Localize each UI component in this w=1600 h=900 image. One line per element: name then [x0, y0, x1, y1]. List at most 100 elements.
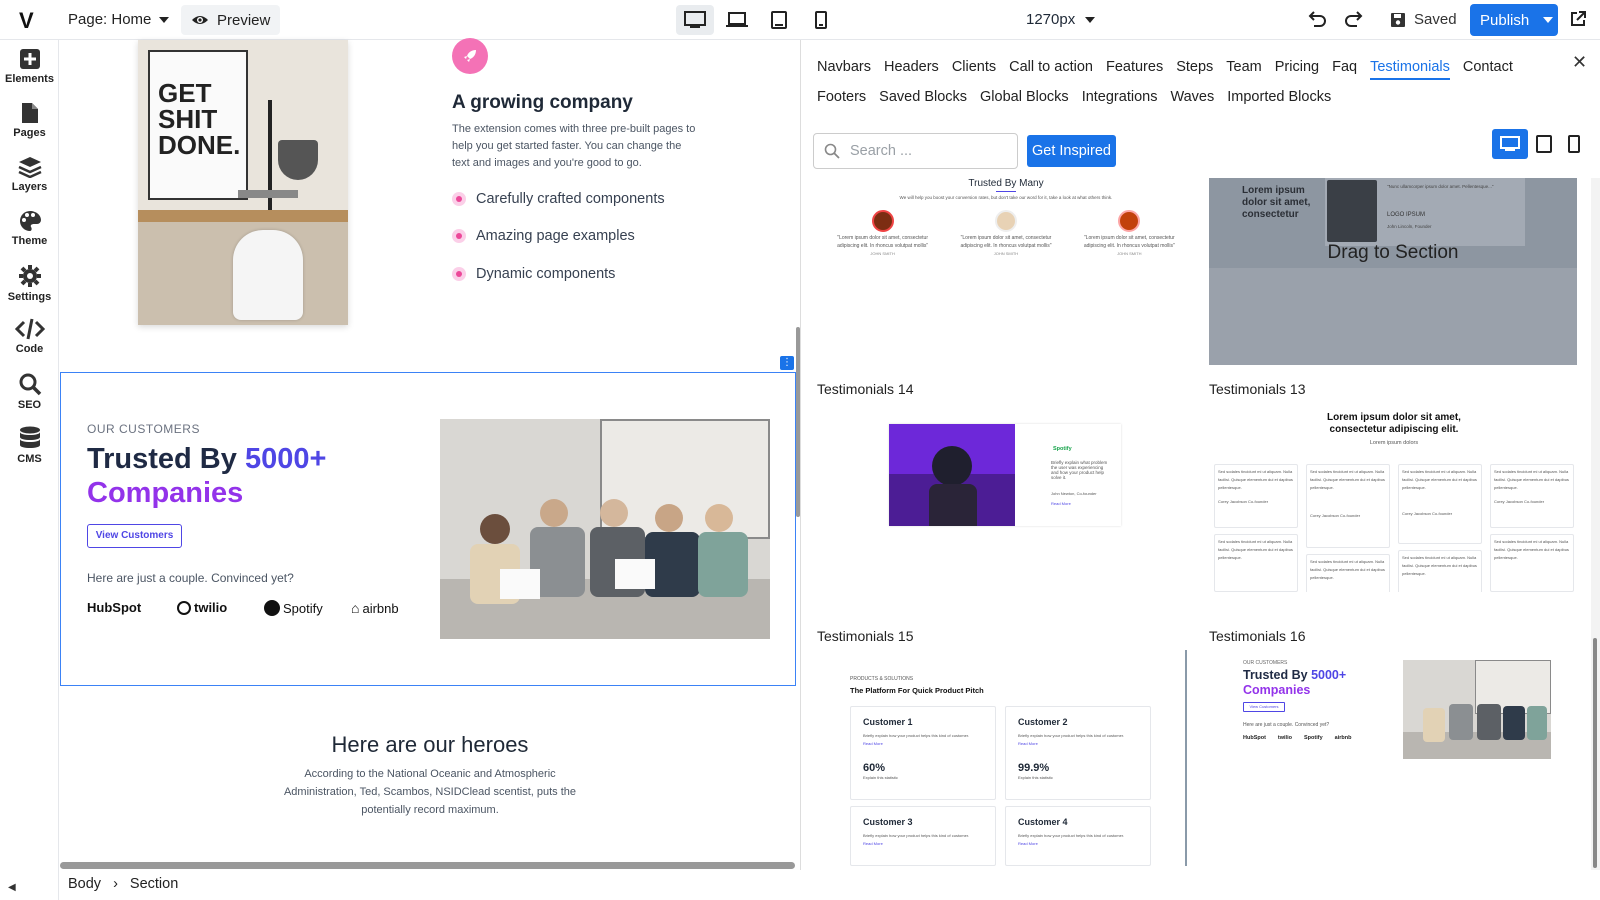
sidebar-item-seo[interactable]: SEO [0, 372, 59, 411]
testimonials-15-thumbnail[interactable]: PRODUCTS & SOLUTIONS The Platform For Qu… [817, 650, 1187, 866]
section-options-icon[interactable]: ⋮ [780, 356, 794, 370]
heroes-description: According to the National Oceanic and At… [283, 768, 577, 816]
tab-saved-blocks[interactable]: Saved Blocks [879, 82, 967, 112]
drag-to-section-label: Drag to Section [1327, 242, 1459, 263]
sidebar-item-settings[interactable]: Settings [0, 264, 59, 303]
testimonials-thumbnail[interactable]: Trusted By Many We will help you boost y… [821, 178, 1191, 368]
view-customers-button[interactable]: View Customers [87, 524, 182, 548]
spotify-logo: Spotify [264, 600, 323, 616]
canvas-scrollbar-horizontal[interactable] [60, 862, 795, 869]
search-icon [824, 143, 840, 159]
sidebar-item-code[interactable]: Code [0, 318, 59, 355]
read-more-link: Read More [1018, 841, 1038, 846]
customers-subtitle: Here are just a couple. Convinced yet? [87, 571, 294, 585]
quote: "Lorem ipsum dolor sit amet, consectetur… [960, 235, 1052, 249]
heroes-title: Here are our heroes [331, 732, 529, 757]
tab-features[interactable]: Features [1106, 52, 1163, 82]
tab-steps[interactable]: Steps [1176, 52, 1213, 82]
feature-item: Amazing page examples [452, 228, 635, 244]
sidebar-item-cms[interactable]: CMS [0, 426, 59, 465]
thumb-sub: Lorem ipsum dolors [1369, 440, 1419, 446]
tab-global-blocks[interactable]: Global Blocks [980, 82, 1069, 112]
preview-button[interactable]: Preview [181, 5, 281, 35]
brand-name: twilio [194, 600, 228, 615]
testimonials-16-thumbnail[interactable]: OUR CUSTOMERS Trusted By 5000+ Companies… [1209, 650, 1579, 770]
customer-stat: 99.9% [1018, 762, 1050, 774]
heading-part: Trusted By [1243, 668, 1312, 682]
stat-caption: Explain this statistic [863, 775, 898, 780]
twilio-logo: twilio [177, 600, 227, 615]
card-role: Co-founder [1248, 499, 1269, 504]
breadcrumb: Body › Section [68, 876, 178, 892]
thumb-text: Briefly explain what problem the user wa… [1051, 460, 1108, 480]
page-selector[interactable]: Page: Home [68, 11, 170, 28]
sidebar-item-pages[interactable]: Pages [0, 102, 59, 139]
feature-label: Dynamic components [476, 266, 616, 282]
testimonials-thumbnail-hovered[interactable]: Lorem ipsum dolor sit amet, consectetur … [1209, 178, 1577, 365]
collapse-sidebar-icon[interactable]: ◀ [8, 882, 16, 893]
card-text: Briefly explain how your product helps t… [863, 833, 970, 838]
card-text: Briefly explain how your product helps t… [863, 733, 970, 738]
sidebar-item-label: Theme [11, 235, 48, 247]
tab-integrations[interactable]: Integrations [1082, 82, 1158, 112]
close-icon[interactable]: ✕ [1572, 52, 1587, 73]
quote: "Lorem ipsum dolor sit amet, consectetur… [1083, 235, 1175, 249]
desktop-view-button[interactable] [676, 5, 714, 35]
search-icon [19, 373, 41, 396]
block-category-tabs: Navbars Headers Clients Call to action Featu… [817, 52, 1557, 112]
breadcrumb-item[interactable]: Section [130, 876, 178, 892]
thumb-person: John Newton, Co-founder [1051, 491, 1097, 496]
customer-name: Customer 4 [1018, 817, 1068, 827]
save-status[interactable]: Saved [1390, 11, 1457, 28]
tab-contact[interactable]: Contact [1463, 52, 1513, 82]
panel-desktop-button[interactable] [1492, 129, 1528, 159]
testimonials-13-thumbnail[interactable]: Lorem ipsum dolor sit amet, consectetur … [1209, 404, 1579, 592]
publish-button[interactable]: Publish [1470, 4, 1558, 36]
redo-icon[interactable] [1343, 10, 1363, 28]
sidebar-item-theme[interactable]: Theme [0, 210, 59, 247]
card-role: Co-founder [1340, 513, 1361, 518]
tab-imported-blocks[interactable]: Imported Blocks [1227, 82, 1331, 112]
laptop-view-button[interactable] [718, 5, 756, 35]
undo-icon[interactable] [1308, 10, 1328, 28]
sidebar-item-elements[interactable]: Elements [0, 48, 59, 85]
tab-clients[interactable]: Clients [952, 52, 996, 82]
brand-name: Spotify [1303, 735, 1323, 741]
mobile-icon [1568, 135, 1580, 153]
thumb-sub: We will help you boost your conversion r… [899, 195, 1113, 200]
breadcrumb-item[interactable]: Body [68, 876, 101, 892]
chevron-down-icon [1543, 17, 1554, 23]
tab-team[interactable]: Team [1226, 52, 1261, 82]
panel-scrollbar[interactable] [1591, 178, 1600, 870]
card-text: Sed sodales tincidunt mi ut aliquam. Nul… [1218, 539, 1293, 560]
block-search-field[interactable]: Search ... [813, 133, 1018, 169]
panel-mobile-button[interactable] [1556, 129, 1592, 159]
get-inspired-button[interactable]: Get Inspired [1027, 135, 1116, 167]
tab-faq[interactable]: Faq [1332, 52, 1357, 82]
thumb-sub: Here are just a couple. Convinced yet? [1243, 722, 1330, 728]
tab-footers[interactable]: Footers [817, 82, 866, 112]
tablet-view-button[interactable] [760, 5, 798, 35]
card-person: Corey Jacobson [1310, 513, 1339, 518]
customer-stat: 60% [863, 762, 886, 774]
thumb-button: View Customers [1243, 702, 1285, 712]
tab-pricing[interactable]: Pricing [1275, 52, 1319, 82]
sidebar-item-layers[interactable]: Layers [0, 156, 59, 193]
thumb-person: John Lincoln, Founder [1387, 224, 1432, 229]
canvas-width-selector[interactable]: 1270px [1026, 11, 1096, 28]
heading-part: Trusted By [87, 443, 245, 475]
team-photo [440, 419, 770, 639]
airbnb-logo: ⌂ airbnb [351, 600, 399, 616]
mobile-view-button[interactable] [802, 5, 840, 35]
external-link-icon[interactable] [1569, 10, 1587, 28]
tab-testimonials[interactable]: Testimonials [1370, 56, 1450, 80]
tab-headers[interactable]: Headers [884, 52, 939, 82]
tab-waves[interactable]: Waves [1170, 82, 1214, 112]
tab-call-to-action[interactable]: Call to action [1009, 52, 1093, 82]
testimonials-14-thumbnail[interactable]: Spotify Briefly explain what problem the… [889, 424, 1121, 526]
tab-navbars[interactable]: Navbars [817, 52, 871, 82]
feature-item: Dynamic components [452, 266, 615, 282]
app-logo[interactable]: V [19, 8, 34, 34]
thumb-eyebrow: PRODUCTS & SOLUTIONS [850, 676, 914, 682]
publish-label: Publish [1480, 11, 1530, 29]
